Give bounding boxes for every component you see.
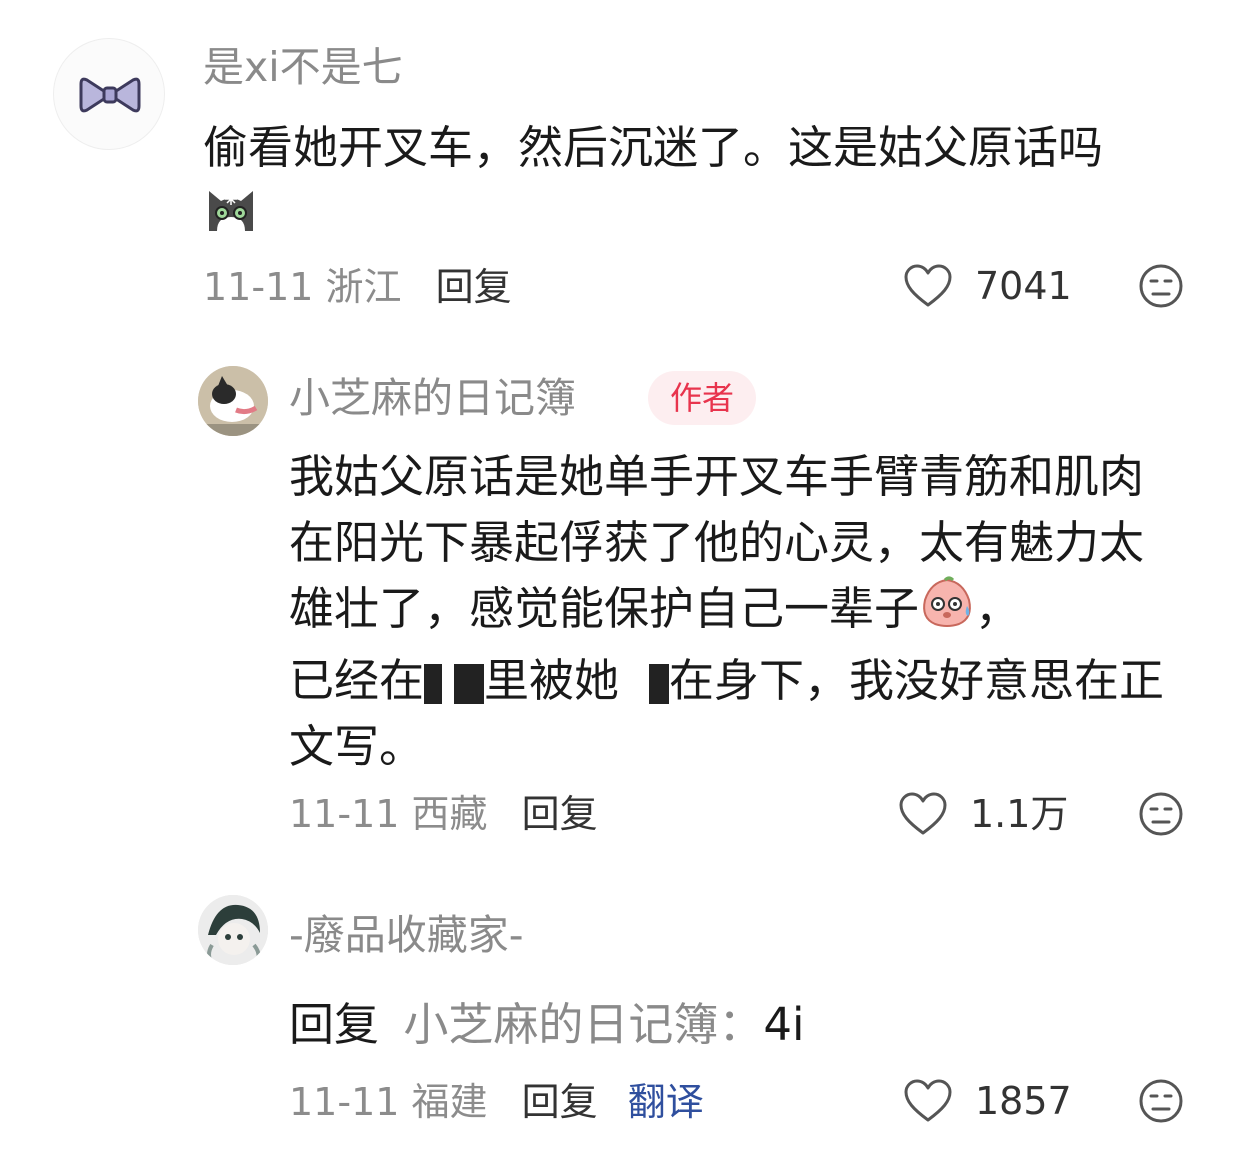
anime-character-avatar [198, 895, 268, 965]
embarrassed-peach-emoji [919, 576, 975, 648]
comment-meta: 11-11 浙江 回复 [203, 268, 512, 306]
like-button[interactable]: 7041 [903, 262, 1072, 310]
avatar[interactable] [198, 366, 268, 436]
comment-location: 浙江 [325, 265, 402, 309]
comment-location: 福建 [411, 1080, 488, 1124]
comment-text-comma: ， [975, 582, 1021, 635]
like-button[interactable]: 1857 [903, 1077, 1072, 1125]
comment-location: 西藏 [411, 792, 488, 836]
comment-text-content: 4i [763, 998, 805, 1051]
translate-button[interactable]: 翻译 [628, 1080, 704, 1124]
dislike-face-icon[interactable] [1138, 1078, 1184, 1124]
like-count: 7041 [975, 264, 1072, 308]
author-badge: 作者 [648, 371, 757, 425]
reply-button[interactable]: 回复 [436, 265, 512, 309]
comment-1: 是xi不是七 偷看她开叉车，然后沉迷了。这是姑父原话吗 11-11 浙江 回复 … [0, 0, 1260, 330]
dog-photo-avatar [198, 366, 268, 436]
comment-text: 我姑父原话是她单手开叉车手臂青筋和肌肉在阳光下暴起俘获了他的心灵，太有魅力太雄壮… [289, 444, 1179, 780]
reply-button[interactable]: 回复 [522, 792, 598, 836]
redaction-block [424, 664, 485, 704]
avatar[interactable] [53, 38, 165, 150]
comment-meta: 11-11 福建 回复 翻译 [289, 1083, 704, 1121]
comment-2: 小芝麻的日记簿 作者 我姑父原话是她单手开叉车手臂青筋和肌肉在阳光下暴起俘获了他… [0, 330, 1260, 865]
comment-3: -廢品收藏家- 回复 小芝麻的日记簿：4i 11-11 福建 回复 翻译 185… [0, 865, 1260, 1150]
username[interactable]: 是xi不是七 [203, 47, 403, 88]
comment-text: 偷看她开叉车，然后沉迷了。这是姑父原话吗 [203, 115, 1203, 255]
dislike-face-icon[interactable] [1138, 791, 1184, 837]
heart-icon [899, 792, 947, 835]
bow-tie-icon [79, 77, 141, 113]
comment-date: 11-11 [289, 792, 400, 836]
comment-date: 11-11 [289, 1080, 400, 1124]
reply-target-username[interactable]: 小芝麻的日记簿： [403, 998, 763, 1051]
like-count: 1.1万 [970, 792, 1069, 836]
heart-icon [904, 264, 952, 307]
comment-text-content: 偷看她开叉车，然后沉迷了。这是姑父原话吗 [203, 121, 1104, 174]
redaction-block [619, 664, 670, 704]
username[interactable]: 小芝麻的日记簿 [289, 378, 576, 419]
avatar[interactable] [198, 895, 268, 965]
like-count: 1857 [975, 1079, 1072, 1123]
reply-prefix: 回复 [289, 998, 380, 1051]
comment-date: 11-11 [203, 265, 314, 309]
reply-button[interactable]: 回复 [522, 1080, 598, 1124]
comment-text-content-2a: 已经在 [289, 654, 425, 707]
like-button[interactable]: 1.1万 [898, 790, 1068, 838]
cat-face-emoji [203, 181, 259, 255]
username[interactable]: -廢品收藏家- [289, 915, 524, 956]
comment-meta: 11-11 西藏 回复 [289, 795, 598, 833]
comment-text: 回复 小芝麻的日记簿：4i [289, 992, 1179, 1058]
heart-icon [904, 1079, 952, 1122]
comment-text-content-2b: 里被她 [484, 654, 620, 707]
dislike-face-icon[interactable] [1138, 263, 1184, 309]
